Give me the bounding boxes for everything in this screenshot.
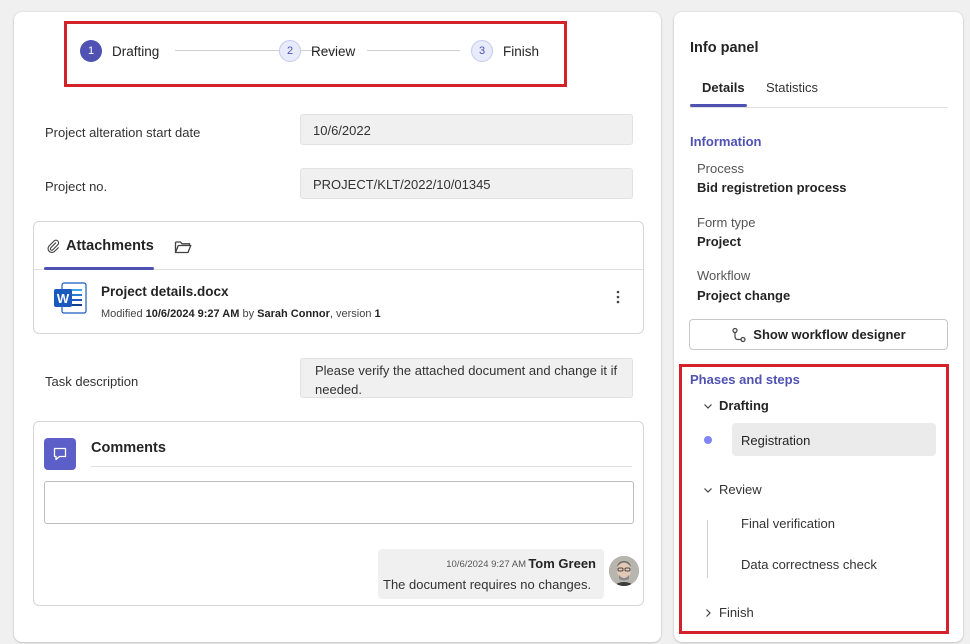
step-number: 1 [80,40,102,62]
workflow-value: Project change [697,288,791,303]
phases-title: Phases and steps [690,372,800,387]
folder-icon[interactable] [174,239,192,258]
task-description-field[interactable]: Please verify the attached document and … [300,358,633,398]
attachments-title: Attachments [66,238,154,254]
paperclip-icon [47,239,60,253]
stepper: 1 Drafting 2 Review 3 Finish [80,38,550,64]
task-description-label: Task description [45,374,139,389]
avatar [609,556,639,586]
phase-connector [707,520,708,578]
process-label: Process [697,161,744,176]
form-type-value: Project [697,234,742,249]
tab-details[interactable]: Details [702,80,745,95]
information-title: Information [690,134,762,149]
version-prefix: , version [329,308,372,320]
modified-author: Sarah Connor [257,308,330,320]
step-number: 3 [471,40,493,62]
divider [690,107,948,108]
comments-title: Comments [91,440,166,456]
comment-input[interactable] [44,481,634,524]
workflow-icon [732,327,746,342]
show-workflow-designer-button[interactable]: Show workflow designer [689,319,948,350]
modified-prefix: Modified [101,308,143,320]
step-label: Drafting [112,43,160,59]
more-options-icon[interactable] [614,290,622,304]
phase-review[interactable]: Review [703,482,762,497]
current-step-dot [704,436,712,444]
phase-label: Drafting [719,398,769,413]
file-name-link[interactable]: Project details.docx [101,284,229,299]
phase-label: Review [719,482,762,497]
tab-statistics[interactable]: Statistics [766,80,818,95]
step-review[interactable]: 2 Review [279,38,355,64]
project-no-label: Project no. [45,179,108,194]
show-workflow-designer-label: Show workflow designer [753,327,906,342]
file-meta: Modified 10/6/2024 9:27 AM by Sarah Conn… [101,308,381,320]
svg-text:W: W [57,291,70,306]
divider [91,466,632,467]
form-type-label: Form type [697,215,756,230]
comment-icon [44,438,76,470]
modified-date: 10/6/2024 9:27 AM [145,308,240,320]
chevron-down-icon [704,403,712,409]
comment-time: 10/6/2024 9:27 AM [446,559,526,570]
step-drafting[interactable]: 1 Drafting [80,38,159,64]
word-doc-icon: W [53,282,87,314]
attachments-card: Attachments W Project details.docx Modif… [33,221,644,334]
tab-indicator [690,104,747,107]
chevron-right-icon [706,608,711,617]
step-connector [367,50,460,51]
step-number: 2 [279,40,301,62]
start-date-label: Project alteration start date [45,125,201,140]
info-panel-title: Info panel [690,40,759,56]
attachments-tab[interactable]: Attachments [46,238,154,254]
step-registration-label: Registration [741,433,811,448]
phase-finish[interactable]: Finish [703,605,754,620]
phase-label: Finish [719,605,754,620]
project-no-field[interactable]: PROJECT/KLT/2022/10/01345 [300,168,633,199]
comments-card: Comments 10/6/2024 9:27 AM Tom Green The… [33,421,644,606]
start-date-field[interactable]: 10/6/2022 [300,114,633,145]
step-label: Review [311,43,356,59]
by-word: by [242,308,255,320]
chevron-down-icon [704,487,712,493]
step-final-verification[interactable]: Final verification [741,516,835,531]
step-finish[interactable]: 3 Finish [471,38,539,64]
step-data-correctness-check[interactable]: Data correctness check [741,557,877,572]
comment-author: Tom Green [528,556,596,571]
phase-drafting[interactable]: Drafting [703,398,769,413]
tab-indicator [44,267,154,270]
comment-bubble: 10/6/2024 9:27 AM Tom Green The document… [378,549,604,599]
step-label: Finish [503,43,540,59]
comment-text: The document requires no changes. [383,577,592,592]
process-value: Bid registretion process [697,180,847,195]
workflow-label: Workflow [697,268,751,283]
version-number: 1 [374,308,381,320]
